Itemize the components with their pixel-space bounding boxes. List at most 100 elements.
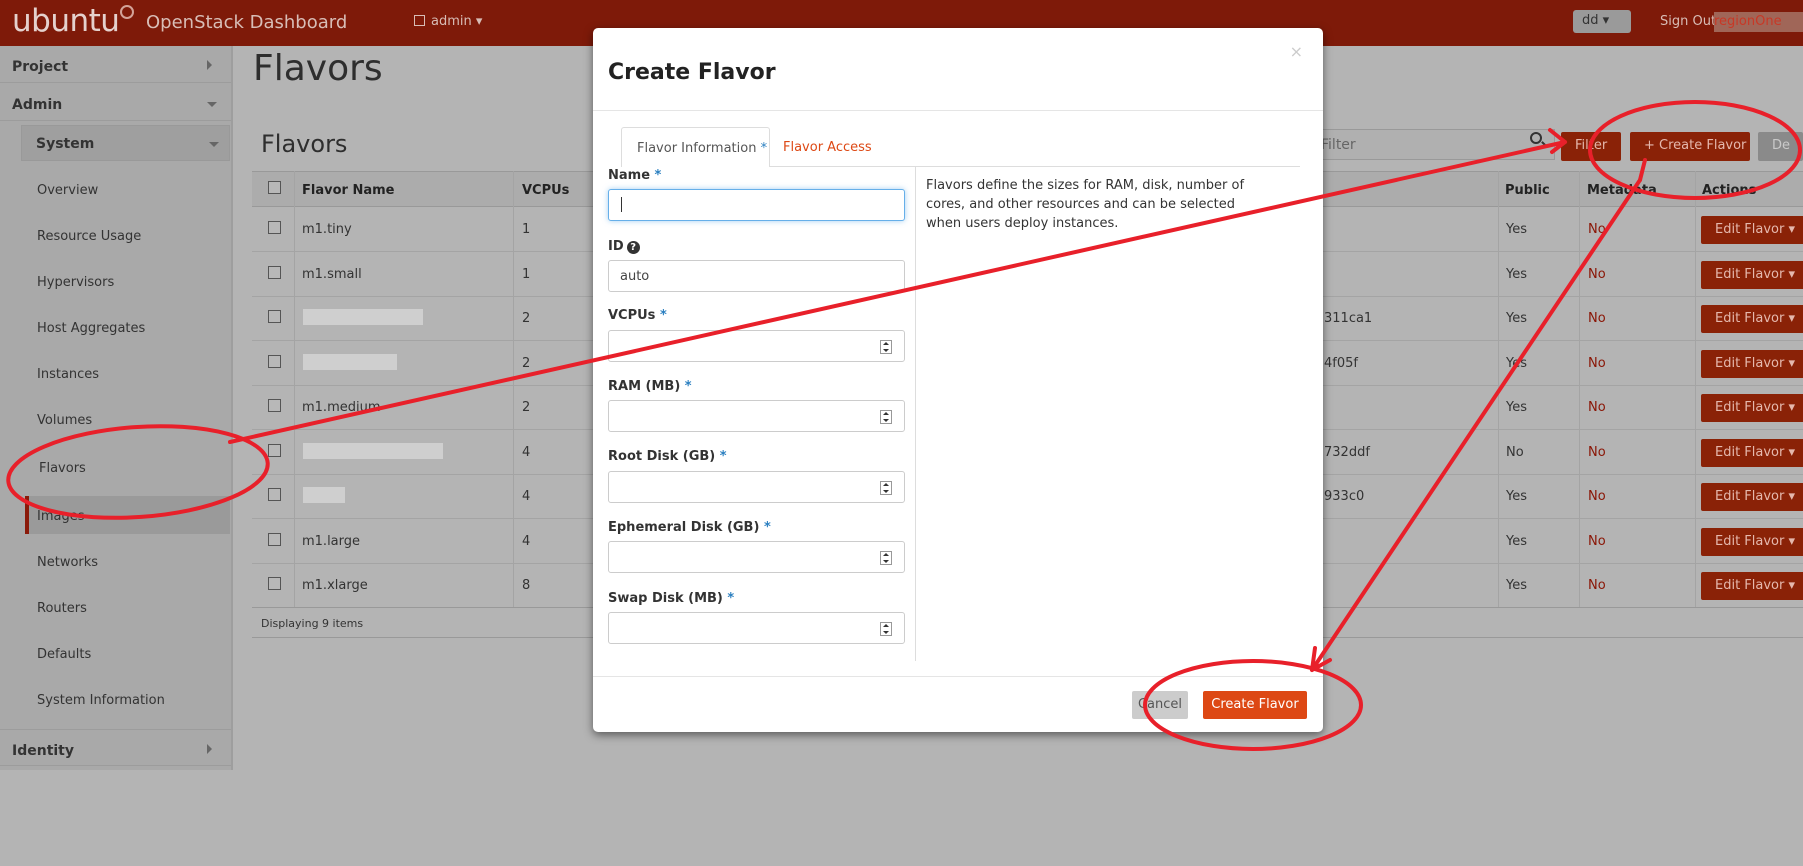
metadata-value[interactable]: No [1588,534,1606,549]
sidebar-item-host-aggregates[interactable]: Host Aggregates [37,321,145,336]
metadata-value[interactable]: No [1588,222,1606,237]
row-checkbox[interactable] [268,310,281,323]
project-name: admin [431,14,472,29]
ram-label: RAM (MB) * [608,379,692,394]
edit-flavor-button[interactable]: Edit Flavor ▾ [1701,572,1803,600]
sidebar-item-images[interactable]: Images [37,509,85,524]
filter-input[interactable]: Filter [1310,129,1555,160]
name-input[interactable] [608,189,905,221]
vcpus-value: 2 [522,400,531,415]
metadata-value[interactable]: No [1588,489,1606,504]
sidebar-item-flavors[interactable]: Flavors [39,461,86,476]
spinner-icon[interactable] [880,340,892,354]
edit-flavor-button[interactable]: Edit Flavor ▾ [1701,305,1803,333]
sidebar-section-project[interactable]: Project [0,46,231,83]
id-input[interactable]: auto [608,260,905,292]
sidebar-item-networks[interactable]: Networks [37,555,98,570]
close-icon[interactable]: × [1290,42,1303,61]
flavor-id-fragment: 732ddf [1324,444,1370,460]
sidebar-item-volumes[interactable]: Volumes [37,413,92,428]
root-disk-input[interactable] [608,471,905,503]
project-icon [414,15,425,26]
select-all-checkbox[interactable] [268,181,281,194]
project-switcher[interactable]: admin ▾ [414,14,482,29]
row-checkbox[interactable] [268,221,281,234]
sidebar-item-defaults[interactable]: Defaults [37,647,91,662]
vcpus-label: VCPUs * [608,308,667,323]
spinner-icon[interactable] [880,481,892,495]
sidebar-section-identity[interactable]: Identity [0,729,231,766]
flavor-id-fragment: 311ca1 [1324,311,1373,326]
submit-create-flavor-button[interactable]: Create Flavor [1203,691,1307,719]
edit-flavor-button[interactable]: Edit Flavor ▾ [1701,483,1803,511]
sidebar-group-system[interactable]: System [21,125,230,161]
edit-flavor-button[interactable]: Edit Flavor ▾ [1701,260,1803,289]
spinner-icon[interactable] [880,410,892,424]
metadata-value[interactable]: No [1588,311,1606,326]
flavor-name: m1.xlarge [302,578,368,593]
sign-out-link[interactable]: Sign Out [1660,14,1716,29]
row-checkbox[interactable] [268,488,281,501]
cancel-button[interactable]: Cancel [1132,691,1188,719]
metadata-value[interactable]: No [1588,356,1606,371]
search-icon [1530,132,1542,144]
spinner-icon[interactable] [880,622,892,636]
edit-flavor-button[interactable]: Edit Flavor ▾ [1701,394,1803,422]
metadata-value[interactable]: No [1588,445,1606,460]
sidebar-item-overview[interactable]: Overview [37,183,98,198]
sidebar-item-routers[interactable]: Routers [37,601,87,616]
vcpus-input[interactable] [608,330,905,362]
sidebar-item-resource-usage[interactable]: Resource Usage [37,229,141,244]
delete-flavors-button[interactable]: De [1758,132,1803,161]
row-checkbox[interactable] [268,354,281,368]
public-value: Yes [1506,311,1527,326]
tab-flavor-information[interactable]: Flavor Information * [621,127,770,167]
ubuntu-logo[interactable]: ubuntu [12,3,120,39]
user-menu-button[interactable]: dd ▾ [1573,10,1631,33]
row-checkbox[interactable] [268,443,281,457]
metadata-value[interactable]: No [1588,578,1606,593]
metadata-value[interactable]: No [1588,267,1606,282]
flavor-name: m1.large [302,533,361,549]
flavor-name: m1.small [302,266,362,282]
spinner-icon[interactable] [880,551,892,565]
name-label: Name * [608,168,662,183]
sidebar-section-admin[interactable]: Admin [0,84,231,121]
row-checkbox[interactable] [268,577,281,590]
group-label: System [36,136,95,152]
root-disk-label: Root Disk (GB) * [608,449,727,464]
help-icon[interactable]: ? [626,241,640,254]
edit-flavor-button[interactable]: Edit Flavor ▾ [1701,438,1803,467]
edit-flavor-button[interactable]: Edit Flavor ▾ [1701,216,1803,244]
redacted-name [303,442,443,459]
create-flavor-button[interactable]: + Create Flavor [1630,132,1750,161]
col-vcpus[interactable]: VCPUs [522,183,569,198]
public-value: Yes [1506,400,1527,415]
flavor-id-fragment: 4f05f [1324,355,1358,371]
table-title: Flavors [261,130,348,158]
col-flavor-name[interactable]: Flavor Name [302,183,394,198]
row-checkbox[interactable] [268,532,281,546]
swap-disk-input[interactable] [608,612,905,644]
public-value: Yes [1506,578,1527,593]
ram-input[interactable] [608,400,905,432]
region-selector[interactable]: regionOne [1714,12,1803,32]
ephemeral-disk-input[interactable] [608,541,905,573]
ephemeral-disk-label: Ephemeral Disk (GB) * [608,520,771,535]
col-public[interactable]: Public [1505,183,1550,198]
filter-button[interactable]: Filter [1561,132,1621,161]
help-text: Flavors define the sizes for RAM, disk, … [926,178,1245,231]
sidebar-item-hypervisors[interactable]: Hypervisors [37,275,114,290]
sidebar-item-system-information[interactable]: System Information [37,693,165,708]
metadata-value[interactable]: No [1588,400,1606,415]
row-checkbox[interactable] [268,399,281,412]
edit-flavor-button[interactable]: Edit Flavor ▾ [1701,349,1803,378]
tab-flavor-access[interactable]: Flavor Access [768,127,878,167]
vcpus-value: 4 [522,489,531,504]
sidebar-item-instances[interactable]: Instances [37,367,99,382]
col-metadata[interactable]: Metadata [1587,183,1657,198]
edit-flavor-button[interactable]: Edit Flavor ▾ [1701,527,1803,556]
public-value: Yes [1506,355,1527,371]
row-checkbox[interactable] [268,265,281,279]
flavor-name: m1.medium [302,400,381,415]
